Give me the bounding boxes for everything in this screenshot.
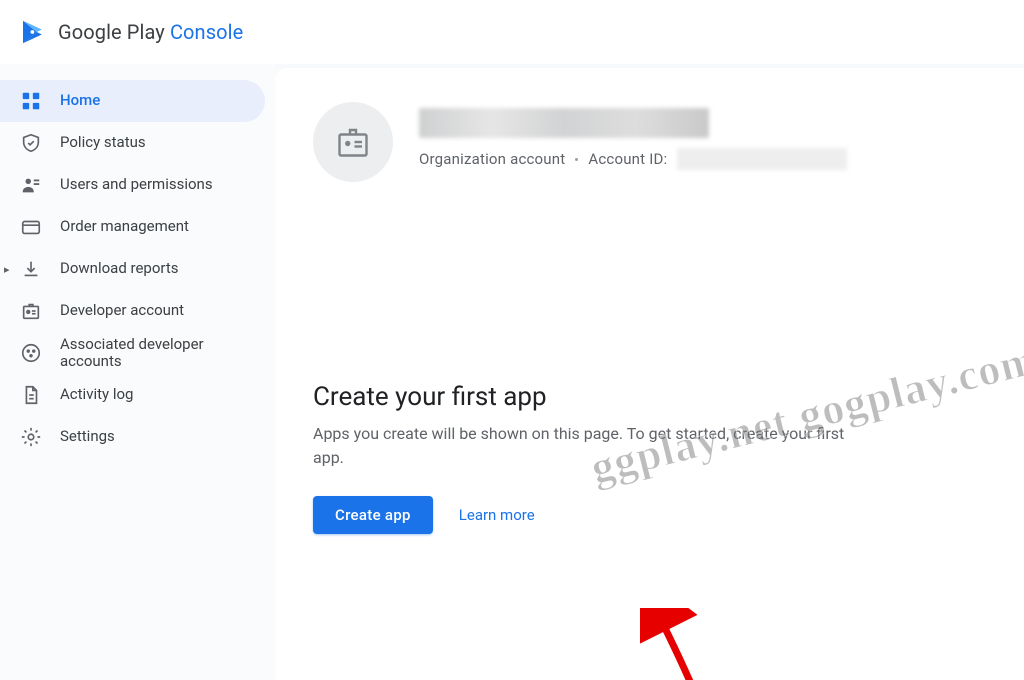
sidebar-item-label: Associated developer accounts (60, 336, 265, 371)
create-app-description: Apps you create will be shown on this pa… (313, 422, 853, 470)
gear-icon (20, 426, 42, 448)
sidebar-item-order-management[interactable]: Order management (0, 206, 265, 248)
account-type-label: Organization account (419, 150, 565, 168)
sidebar-item-label: Policy status (60, 134, 146, 151)
separator-dot (575, 158, 578, 161)
sidebar-item-label: Settings (60, 428, 115, 445)
badge-icon (20, 300, 42, 322)
create-first-app-section: Create your first app Apps you create wi… (313, 382, 853, 534)
shield-icon (20, 132, 42, 154)
sidebar-item-settings[interactable]: Settings (0, 416, 265, 458)
sidebar-nav: Home Policy status Users and permissions… (0, 64, 275, 680)
people-icon (20, 174, 42, 196)
sidebar-item-users-permissions[interactable]: Users and permissions (0, 164, 265, 206)
linked-accounts-icon (20, 342, 42, 364)
card-icon (20, 216, 42, 238)
learn-more-link[interactable]: Learn more (459, 506, 535, 524)
sidebar-item-label: Developer account (60, 302, 184, 319)
sidebar-item-label: Activity log (60, 386, 133, 403)
app-header: Google Play Console (0, 0, 1024, 64)
sidebar-item-label: Users and permissions (60, 176, 213, 193)
document-icon (20, 384, 42, 406)
sidebar-item-label: Order management (60, 218, 189, 235)
brand-title: Google Play Console (58, 20, 243, 44)
sidebar-item-associated-accounts[interactable]: Associated developer accounts (0, 332, 265, 374)
sidebar-item-activity-log[interactable]: Activity log (0, 374, 265, 416)
sidebar-item-download-reports[interactable]: Download reports (0, 248, 265, 290)
brand-logo[interactable]: Google Play Console (18, 17, 243, 47)
grid-icon (20, 90, 42, 112)
download-icon (20, 258, 42, 280)
account-header: Organization account Account ID: (313, 102, 984, 182)
main-content: Organization account Account ID: Create … (275, 68, 1024, 680)
sidebar-item-label: Home (60, 92, 100, 109)
sidebar-item-home[interactable]: Home (0, 80, 265, 122)
create-app-button[interactable]: Create app (313, 496, 433, 534)
account-subline: Organization account Account ID: (419, 148, 984, 170)
badge-icon (335, 124, 371, 160)
account-id-redacted (677, 148, 847, 170)
sidebar-item-label: Download reports (60, 260, 178, 277)
create-app-title: Create your first app (313, 382, 853, 412)
annotation-arrow-icon (640, 608, 710, 680)
play-logo-icon (18, 17, 48, 47)
sidebar-item-policy-status[interactable]: Policy status (0, 122, 265, 164)
account-id-label: Account ID: (588, 150, 667, 168)
sidebar-item-developer-account[interactable]: Developer account (0, 290, 265, 332)
account-name-redacted (419, 108, 709, 138)
account-avatar (313, 102, 393, 182)
